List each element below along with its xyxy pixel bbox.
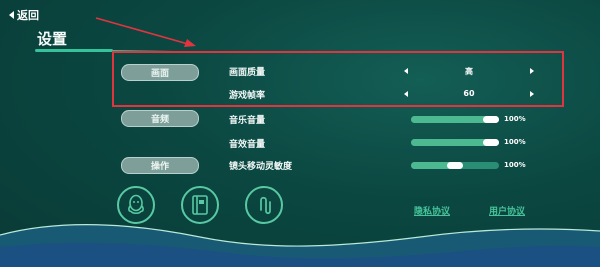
annotation-arrow bbox=[95, 17, 196, 47]
